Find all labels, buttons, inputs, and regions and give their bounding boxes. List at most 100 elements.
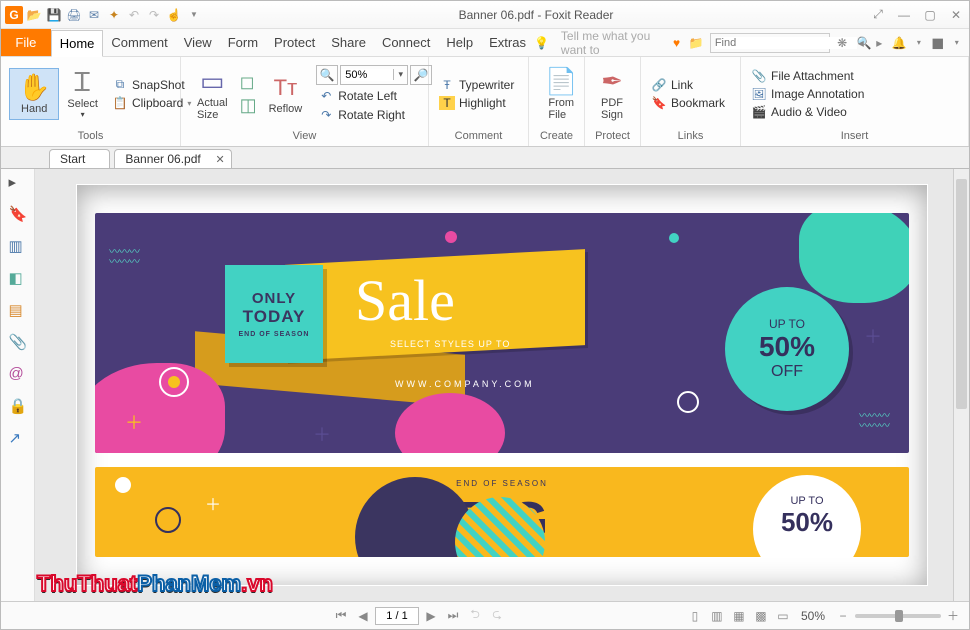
bell-icon[interactable]: 🔔: [892, 35, 907, 51]
save-icon[interactable]: 💾: [45, 6, 63, 24]
new-icon[interactable]: ✦: [105, 6, 123, 24]
watermark: ThuThuatPhanMem.vn: [37, 571, 273, 597]
continuous-icon[interactable]: ▥: [707, 609, 727, 623]
pdf-sign-button[interactable]: ✒PDF Sign: [593, 63, 631, 125]
tab-document[interactable]: Banner 06.pdf✕: [114, 149, 231, 168]
user-icon[interactable]: ◼: [931, 35, 944, 51]
tab-home[interactable]: Home: [51, 30, 104, 57]
folder-icon[interactable]: 📁: [689, 35, 704, 51]
group-create: Create: [529, 128, 584, 146]
tab-comment[interactable]: Comment: [103, 29, 175, 56]
nav-fwd-icon[interactable]: ⮎: [487, 605, 507, 626]
panel-toggle-icon[interactable]: ▸: [9, 173, 27, 191]
tab-form[interactable]: Form: [220, 29, 266, 56]
tab-start[interactable]: Start: [49, 149, 110, 168]
share-panel-icon[interactable]: ↗: [9, 429, 27, 447]
banner-1: ONLY TODAY END OF SEASON Sale SELECT STY…: [95, 213, 909, 453]
security-panel-icon[interactable]: 🔒: [9, 397, 27, 415]
audio-video-button[interactable]: 🎬Audio & Video: [749, 104, 866, 120]
highlight-button[interactable]: THighlight: [437, 95, 516, 111]
email-icon[interactable]: ✉: [85, 6, 103, 24]
typewriter-button[interactable]: ŦTypewriter: [437, 77, 516, 93]
tab-help[interactable]: Help: [438, 29, 481, 56]
find-box[interactable]: 🔍: [710, 33, 830, 53]
document-tabs: Start Banner 06.pdf✕: [1, 147, 969, 169]
next-icon[interactable]: ▸: [873, 35, 886, 51]
print-icon[interactable]: 🖨: [65, 6, 83, 24]
fit-page-icon[interactable]: ◻: [240, 72, 257, 93]
file-attachment-button[interactable]: 📎File Attachment: [749, 68, 866, 84]
zoom-dd-icon[interactable]: ▾: [393, 69, 407, 80]
single-page-icon[interactable]: ▯: [685, 609, 705, 623]
zoom-out-status-icon[interactable]: −: [833, 609, 853, 623]
fit-width-icon[interactable]: ◫: [240, 95, 257, 116]
reflow-button[interactable]: TтReflow: [261, 69, 311, 119]
zoom-knob[interactable]: [895, 610, 903, 622]
pages-panel-icon[interactable]: ▥: [9, 237, 27, 255]
tab-view[interactable]: View: [176, 29, 220, 56]
find-options-icon[interactable]: ❋: [836, 35, 849, 51]
banner-2: END OF SEASON BIG UP TO 50% ＋: [95, 467, 909, 557]
zoom-label: 50%: [801, 609, 825, 623]
last-page-icon[interactable]: ⏭: [443, 608, 463, 623]
attachments-panel-icon[interactable]: 📎: [9, 333, 27, 351]
layers-panel-icon[interactable]: ◧: [9, 269, 27, 287]
heart-icon[interactable]: ♥: [670, 35, 683, 51]
scrollbar-thumb[interactable]: [956, 179, 967, 409]
vertical-scrollbar[interactable]: [953, 169, 969, 601]
close-icon[interactable]: ✕: [947, 6, 965, 24]
reading-mode-icon[interactable]: ▭: [773, 609, 793, 623]
zoom-slider[interactable]: [855, 614, 941, 618]
window-title: Banner 06.pdf - Foxit Reader: [203, 8, 869, 22]
bell-dd-icon[interactable]: ▾: [913, 35, 926, 51]
prev-page-icon[interactable]: ◀: [353, 609, 373, 623]
select-tool[interactable]: ᏆSelect▾: [59, 64, 106, 123]
file-menu[interactable]: File: [1, 29, 51, 56]
zoom-combo[interactable]: ▾: [340, 65, 408, 85]
actual-size-button[interactable]: ▭Actual Size: [189, 63, 236, 125]
signatures-panel-icon[interactable]: @: [9, 365, 27, 383]
from-file-button[interactable]: 📄From File: [537, 63, 585, 125]
link-button[interactable]: 🔗Link: [649, 77, 727, 93]
page-input[interactable]: [375, 607, 419, 625]
tab-close-icon[interactable]: ✕: [216, 153, 225, 166]
tab-connect[interactable]: Connect: [374, 29, 438, 56]
bookmark-panel-icon[interactable]: 🔖: [9, 205, 27, 223]
rotate-right-button[interactable]: ↷Rotate Right: [316, 107, 432, 123]
nav-back-icon[interactable]: ⮌: [465, 605, 485, 626]
tab-protect[interactable]: Protect: [266, 29, 323, 56]
maximize-icon[interactable]: ▢: [921, 6, 939, 24]
tab-extras[interactable]: Extras: [481, 29, 534, 56]
bookmark-button[interactable]: 🔖Bookmark: [649, 95, 727, 111]
qat-dropdown-icon[interactable]: ▼: [185, 6, 203, 24]
main: ▸ 🔖 ▥ ◧ ▤ 📎 @ 🔒 ↗ ONLY TODAY END OF SEAS…: [1, 169, 969, 601]
tab-share[interactable]: Share: [323, 29, 374, 56]
hand-qat-icon[interactable]: ☝: [165, 6, 183, 24]
next-page-icon[interactable]: ▶: [421, 609, 441, 623]
sidebar: ▸ 🔖 ▥ ◧ ▤ 📎 @ 🔒 ↗: [1, 169, 35, 601]
facing-icon[interactable]: ▦: [729, 609, 749, 623]
minimize-icon[interactable]: ―: [895, 6, 913, 24]
tell-me[interactable]: Tell me what you want to: [561, 29, 664, 57]
zoom-value[interactable]: [341, 69, 393, 81]
status-bar: ⏮ ◀ ▶ ⏭ ⮌ ⮎ ▯ ▥ ▦ ▩ ▭ 50% − ＋: [1, 601, 969, 629]
lightbulb-icon[interactable]: 💡: [534, 35, 549, 51]
group-protect: Protect: [585, 128, 640, 146]
zoom-out-icon[interactable]: 🔍: [316, 65, 338, 85]
user-dd-icon[interactable]: ▾: [950, 35, 963, 51]
image-annotation-button[interactable]: 🖼Image Annotation: [749, 86, 866, 102]
open-icon[interactable]: 📂: [25, 6, 43, 24]
redo-icon[interactable]: ↷: [145, 6, 163, 24]
document-area[interactable]: ONLY TODAY END OF SEASON Sale SELECT STY…: [35, 169, 969, 601]
ribbon-min-icon[interactable]: ⤢: [869, 6, 887, 24]
comments-panel-icon[interactable]: ▤: [9, 301, 27, 319]
prev-icon[interactable]: ◂: [854, 35, 867, 51]
hand-tool[interactable]: ✋Hand: [9, 68, 59, 120]
rotate-left-button[interactable]: ↶Rotate Left: [316, 88, 432, 104]
zoom-in-status-icon[interactable]: ＋: [943, 607, 963, 624]
first-page-icon[interactable]: ⏮: [331, 608, 351, 623]
pdf-page: ONLY TODAY END OF SEASON Sale SELECT STY…: [77, 185, 927, 585]
facing-cont-icon[interactable]: ▩: [751, 609, 771, 623]
group-insert: Insert: [741, 128, 968, 146]
undo-icon[interactable]: ↶: [125, 6, 143, 24]
